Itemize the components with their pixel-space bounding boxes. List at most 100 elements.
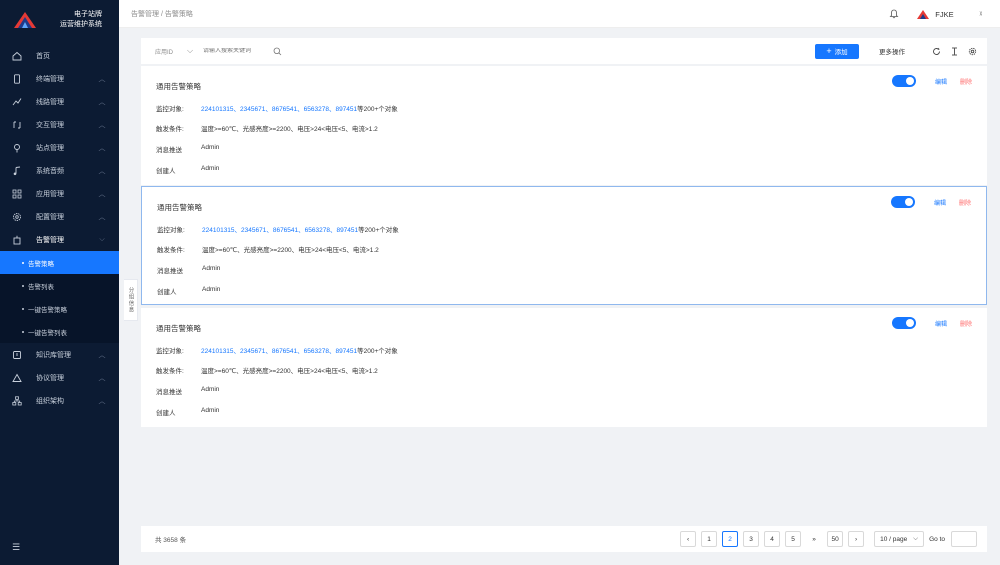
strategy-title: 通用告警策略 xyxy=(156,324,201,333)
pagination-bar: 共 3658 条 ‹ 1 2 3 4 5» 50 › 10 / page ⌵ Go to xyxy=(141,526,987,552)
page-size-select[interactable]: 10 / page ⌵ xyxy=(874,531,925,547)
user-avatar-icon[interactable] xyxy=(917,9,930,19)
user-name[interactable]: FJKE xyxy=(935,10,953,19)
toolbar-actions: + 添加 更多操作 xyxy=(815,38,977,64)
header-actions: FJKE ᵡ xyxy=(889,0,982,28)
page-2[interactable]: 2 xyxy=(722,531,739,547)
monitor-ids-link[interactable]: 224101315、2345671、8676541、6563278、897451 xyxy=(201,106,357,113)
search-icon[interactable] xyxy=(273,47,282,56)
sidebar-item-label: 配置管理 xyxy=(36,213,64,221)
settings-icon xyxy=(13,212,21,221)
more-actions-button[interactable]: 更多操作 xyxy=(879,46,905,56)
sidebar-item-interaction[interactable]: 交互管理 ︿ xyxy=(0,113,119,136)
next-page-chevron-right-icon[interactable]: › xyxy=(848,531,865,547)
page-4[interactable]: 4 xyxy=(764,531,781,547)
edit-link[interactable]: 编辑 xyxy=(935,319,947,328)
page-5[interactable]: 5 xyxy=(785,531,802,547)
app-id-select-value: 应用ID xyxy=(155,49,174,56)
total-count: 共 3658 条 xyxy=(155,537,187,544)
sidebar-subitem-3[interactable]: 一键告警列表 xyxy=(0,320,119,343)
gear-icon[interactable] xyxy=(968,47,977,56)
column-height-icon[interactable] xyxy=(950,47,959,56)
sidebar-item-knowledge[interactable]: 知识库管理 ︿ xyxy=(0,343,119,366)
delete-link[interactable]: 删除 xyxy=(960,319,972,328)
creator-row: 创建人 Admin xyxy=(156,407,219,417)
add-button[interactable]: + 添加 xyxy=(815,43,859,59)
more-pages-icon[interactable]: » xyxy=(806,531,823,547)
sidebar-item-alarm[interactable]: 告警管理 ⌵ xyxy=(0,228,119,251)
bell-icon[interactable] xyxy=(889,9,899,19)
alarm-submenu: 告警策略 告警列表 一键告警策略 一键告警列表 xyxy=(0,251,119,343)
page-3[interactable]: 3 xyxy=(743,531,760,547)
strategy-card[interactable]: 通用告警策略 编辑 删除监控对象: 224101315、2345671、8676541… xyxy=(141,186,987,305)
chevron-up-icon: ︿ xyxy=(98,190,106,198)
edit-link[interactable]: 编辑 xyxy=(934,198,946,207)
chevron-up-icon: ︿ xyxy=(98,167,106,175)
strategy-title: 通用告警策略 xyxy=(156,82,201,91)
pagination: ‹ 1 2 3 4 5» 50 › 10 / page ⌵ Go to xyxy=(675,531,977,547)
monitor-label: 监控对象: xyxy=(157,227,185,234)
protocol-icon xyxy=(12,373,22,382)
chevron-down-icon: ⌵ xyxy=(99,235,105,243)
sidebar-item-terminal[interactable]: 终端管理 ︿ xyxy=(0,67,119,90)
page-last[interactable]: 50 xyxy=(827,531,844,547)
chevron-up-icon: ︿ xyxy=(98,374,106,382)
sidebar-item-label: 首页 xyxy=(36,52,50,60)
trigger-row: 触发条件: 温度>=60℃、光感亮度>=2200、电压>24<电压<5、电流>1.… xyxy=(157,244,379,254)
delete-link[interactable]: 删除 xyxy=(959,198,971,207)
translate-icon[interactable]: ᵡ xyxy=(980,11,982,18)
trigger-value: 温度>=60℃、光感亮度>=2200、电压>24<电压<5、电流>1.2 xyxy=(202,247,379,254)
creator-value: Admin xyxy=(201,407,220,414)
enable-toggle[interactable] xyxy=(892,317,916,329)
org-icon xyxy=(12,395,22,405)
monitor-suffix: 等200+个对象 xyxy=(357,106,398,113)
trigger-label: 触发条件: xyxy=(156,368,184,375)
route-icon xyxy=(12,97,22,105)
sidebar-item-label: 线路管理 xyxy=(36,98,64,106)
prev-page-chevron-left-icon[interactable]: ‹ xyxy=(680,531,697,547)
sidebar: 电子站牌 运营维护系统 首页 终端管理 ︿ 线路管理 ︿ 交互管理 ︿ 站点管理 ︿ 系统音频 ︿ 应… xyxy=(0,0,119,565)
sidebar-subitem-1[interactable]: 告警列表 xyxy=(0,274,119,297)
sidebar-item-protocol[interactable]: 协议管理 ︿ xyxy=(0,366,119,389)
push-row: 消息推送 Admin xyxy=(156,144,219,154)
enable-toggle[interactable] xyxy=(891,196,915,208)
trigger-label: 触发条件: xyxy=(157,247,185,254)
enable-toggle[interactable] xyxy=(892,75,916,87)
strategy-card[interactable]: 通用告警策略 编辑 删除监控对象: 224101315、2345671、8676541… xyxy=(141,308,987,427)
page-size-value: 10 / page xyxy=(880,535,908,543)
refresh-icon[interactable] xyxy=(932,47,941,56)
chevron-up-icon: ︿ xyxy=(98,397,106,405)
interaction-icon xyxy=(13,121,21,128)
chevron-up-icon: ︿ xyxy=(98,121,106,129)
alarm-icon xyxy=(13,235,21,244)
goto-page-input[interactable] xyxy=(951,531,977,547)
strategy-card[interactable]: 通用告警策略 编辑 删除监控对象: 224101315、2345671、8676541… xyxy=(141,66,987,185)
search-input[interactable] xyxy=(203,48,273,54)
sidebar-item-audio[interactable]: 系统音频 ︿ xyxy=(0,159,119,182)
strategy-title: 通用告警策略 xyxy=(157,203,202,212)
delete-link[interactable]: 删除 xyxy=(960,77,972,86)
sidebar-subitem-0[interactable]: 告警策略 xyxy=(0,251,119,274)
monitor-ids-link[interactable]: 224101315、2345671、8676541、6563278、897451 xyxy=(202,227,358,234)
page-1[interactable]: 1 xyxy=(701,531,718,547)
monitor-ids-link[interactable]: 224101315、2345671、8676541、6563278、897451 xyxy=(201,348,357,355)
monitor-row: 监控对象: 224101315、2345671、8676541、6563278、8… xyxy=(156,345,398,355)
sidebar-item-org[interactable]: 组织架构 ︿ xyxy=(0,389,119,412)
menu-collapse-icon[interactable]: ☰ xyxy=(12,542,20,553)
edit-link[interactable]: 编辑 xyxy=(935,77,947,86)
app-id-select[interactable]: 应用ID ⌵ xyxy=(155,46,203,56)
sidebar-subitem-2[interactable]: 一键告警策略 xyxy=(0,297,119,320)
sidebar-item-config[interactable]: 配置管理 ︿ xyxy=(0,205,119,228)
sidebar-item-station[interactable]: 站点管理 ︿ xyxy=(0,136,119,159)
monitor-row: 监控对象: 224101315、2345671、8676541、6563278、8… xyxy=(157,224,399,234)
breadcrumb: 告警管理 / 告警策略 xyxy=(131,10,193,18)
push-row: 消息推送 Admin xyxy=(157,265,220,275)
monitor-row: 监控对象: 224101315、2345671、8676541、6563278、8… xyxy=(156,103,398,113)
sidebar-item-line[interactable]: 线路管理 ︿ xyxy=(0,90,119,113)
sidebar-item-app[interactable]: 应用管理 ︿ xyxy=(0,182,119,205)
group-info-tab[interactable]: 分组信息 xyxy=(124,279,138,321)
music-icon xyxy=(13,166,21,175)
creator-value: Admin xyxy=(202,286,221,293)
sidebar-item-home[interactable]: 首页 xyxy=(0,44,119,67)
sidebar-item-label: 知识库管理 xyxy=(36,351,71,359)
